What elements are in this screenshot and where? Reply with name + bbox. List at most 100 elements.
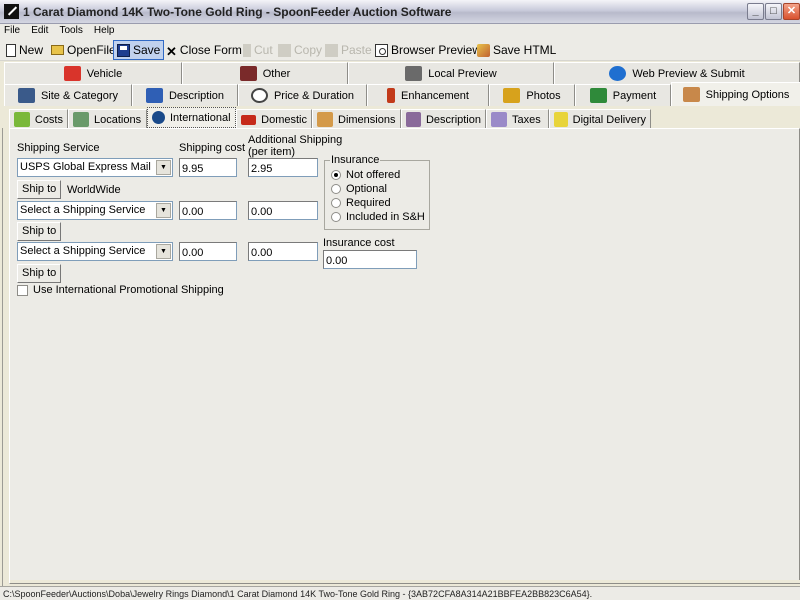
tab-label: Web Preview & Submit <box>632 67 745 80</box>
magnifier-page-icon <box>375 43 388 57</box>
shipping-cost-input-1[interactable] <box>179 158 237 177</box>
menu-help[interactable]: Help <box>90 24 119 36</box>
tab-local-preview[interactable]: Local Preview <box>348 62 554 84</box>
tab-vehicle[interactable]: Vehicle <box>4 62 182 84</box>
promo-shipping-checkbox[interactable] <box>17 284 28 296</box>
paste-label: Paste <box>341 43 372 57</box>
subtab-locations[interactable]: Locations <box>68 109 147 129</box>
radio-icon <box>331 212 341 222</box>
subtab-label: Domestic <box>261 113 307 126</box>
shipping-service-header: Shipping Service <box>17 142 100 154</box>
cash-register-icon <box>589 88 607 103</box>
radio-icon <box>331 184 341 194</box>
menu-file[interactable]: File <box>0 24 24 36</box>
subtab-costs[interactable]: Costs <box>9 109 68 129</box>
insurance-radio-not-offered[interactable]: Not offered <box>331 169 400 181</box>
copy-icon <box>278 43 291 57</box>
chevron-down-icon[interactable]: ▼ <box>156 160 171 175</box>
promo-shipping-checkbox-row[interactable]: Use International Promotional Shipping <box>17 284 224 296</box>
subtab-label: International <box>170 111 231 124</box>
ship-to-value-1: WorldWide <box>67 184 121 196</box>
insurance-radio-included[interactable]: Included in S&H <box>331 211 425 223</box>
shipping-service-select-3[interactable]: Select a Shipping Service ▼ <box>17 242 173 261</box>
shipping-service-select-2[interactable]: Select a Shipping Service ▼ <box>17 201 173 220</box>
open-file-label: OpenFile <box>67 43 116 57</box>
open-file-button[interactable]: OpenFile <box>48 40 119 60</box>
save-label: Save <box>133 43 161 57</box>
title-bar: 1 Carat Diamond 14K Two-Tone Gold Ring -… <box>0 0 800 24</box>
cut-button[interactable]: Cut <box>240 40 276 60</box>
close-window-button[interactable]: ✕ <box>783 3 800 20</box>
barcode-icon <box>239 66 257 81</box>
save-html-label: Save HTML <box>493 43 557 57</box>
mailbox-icon <box>406 112 421 127</box>
tab-site-category[interactable]: Site & Category <box>4 84 132 106</box>
save-button[interactable]: Save <box>113 40 165 60</box>
subtab-international[interactable]: International <box>147 107 236 128</box>
menu-edit[interactable]: Edit <box>27 24 52 36</box>
insurance-radio-required[interactable]: Required <box>331 197 391 209</box>
tab-label: Site & Category <box>40 89 119 102</box>
menu-tools[interactable]: Tools <box>55 24 86 36</box>
subtab-label: Dimensions <box>338 113 396 126</box>
subtab-digital-delivery[interactable]: Digital Delivery <box>549 109 651 129</box>
promo-shipping-label: Use International Promotional Shipping <box>33 284 224 296</box>
additional-shipping-input-2[interactable] <box>248 201 318 220</box>
film-icon <box>503 88 521 103</box>
menu-bar: File Edit Tools Help <box>0 24 800 39</box>
ship-to-button-3[interactable]: Ship to <box>17 264 62 283</box>
close-x-icon: ✕ <box>166 43 177 59</box>
additional-shipping-input-1[interactable] <box>248 158 318 177</box>
save-html-button[interactable]: Save HTML <box>474 40 559 60</box>
browser-preview-label: Browser Preview <box>391 43 482 57</box>
insurance-groupbox: Insurance Not offered Optional Required … <box>324 154 430 230</box>
tab-label: Enhancement <box>401 89 469 102</box>
insurance-cost-input[interactable] <box>323 250 417 269</box>
tab-label: Shipping Options <box>705 88 790 101</box>
insurance-radio-optional[interactable]: Optional <box>331 183 387 195</box>
subtab-description[interactable]: Description <box>401 109 486 129</box>
tab-other[interactable]: Other <box>182 62 348 84</box>
ship-to-button-1[interactable]: Ship to <box>17 180 62 199</box>
close-form-button[interactable]: ✕ Close Form <box>163 40 245 60</box>
chevron-down-icon[interactable]: ▼ <box>156 203 171 218</box>
package-icon <box>682 87 700 102</box>
chevron-down-icon[interactable]: ▼ <box>156 244 171 259</box>
tab-label: Photos <box>526 89 561 102</box>
tab-photos[interactable]: Photos <box>489 84 575 106</box>
shipping-service-select-1[interactable]: USPS Global Express Mail ▼ <box>17 158 173 177</box>
window-title: 1 Carat Diamond 14K Two-Tone Gold Ring -… <box>23 5 452 19</box>
shipping-cost-input-2[interactable] <box>179 201 237 220</box>
copy-button[interactable]: Copy <box>275 40 325 60</box>
tab-description[interactable]: Description <box>132 84 238 106</box>
panel-bottom-edge <box>9 580 800 584</box>
copy-label: Copy <box>294 43 323 57</box>
subtab-taxes[interactable]: Taxes <box>486 109 549 129</box>
tab-enhancement[interactable]: Enhancement <box>367 84 489 106</box>
toolbar: New OpenFile Save ✕ Close Form Cut Copy … <box>0 39 800 61</box>
new-button[interactable]: New <box>3 40 46 60</box>
subtab-dimensions[interactable]: Dimensions <box>312 109 401 129</box>
clock-icon <box>250 88 268 103</box>
tab-shipping-options[interactable]: Shipping Options <box>671 82 800 106</box>
tab-web-preview-submit[interactable]: Web Preview & Submit <box>554 62 800 84</box>
tab-price-duration[interactable]: Price & Duration <box>238 84 367 106</box>
selected-value: Select a Shipping Service <box>20 245 146 257</box>
ship-to-button-2[interactable]: Ship to <box>17 222 62 241</box>
additional-shipping-subheader: (per item) <box>248 146 296 158</box>
paste-button[interactable]: Paste <box>322 40 375 60</box>
browser-preview-button[interactable]: Browser Preview <box>372 40 484 60</box>
subtab-label: Digital Delivery <box>572 113 646 126</box>
insurance-legend: Insurance <box>330 154 381 166</box>
cut-label: Cut <box>254 43 273 57</box>
minimize-button[interactable]: _ <box>747 3 764 20</box>
maximize-button[interactable]: □ <box>765 3 782 20</box>
additional-shipping-input-3[interactable] <box>248 242 318 261</box>
subtab-label: Description <box>425 113 481 126</box>
radio-label: Optional <box>346 183 387 195</box>
shipping-cost-input-3[interactable] <box>179 242 237 261</box>
globe-icon <box>609 66 627 81</box>
subtab-label: Locations <box>94 113 142 126</box>
tab-payment[interactable]: Payment <box>575 84 671 106</box>
subtab-domestic[interactable]: Domestic <box>236 109 312 129</box>
